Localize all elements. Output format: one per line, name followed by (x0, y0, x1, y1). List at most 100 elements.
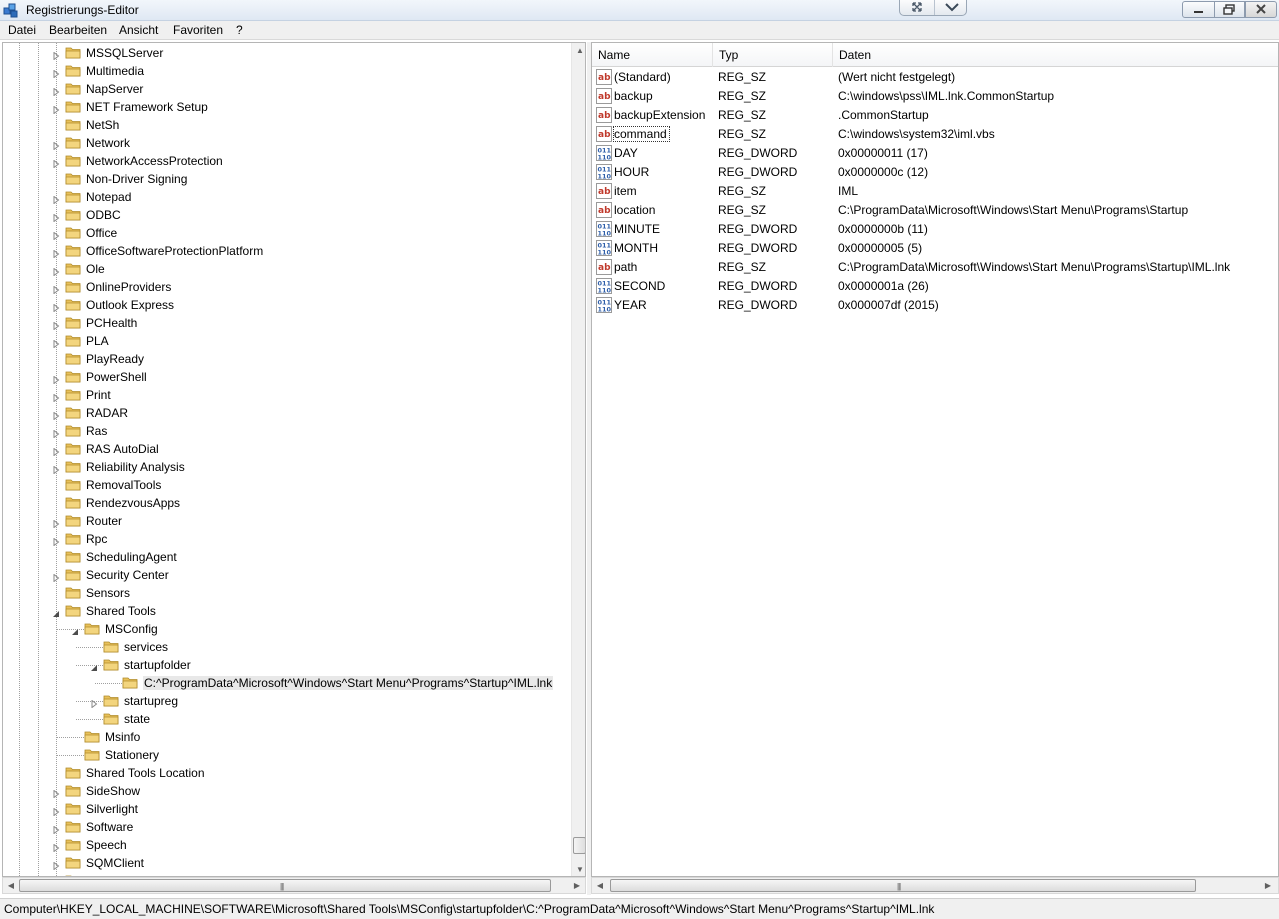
value-row-standard[interactable]: ab (Standard) REG_SZ (Wert nicht festgelegt… (592, 68, 1278, 87)
value-row-hour[interactable]: 011 110 HOUR REG_DWORD 0x0000000c (12) (592, 163, 1278, 182)
tree-item-services[interactable]: services (3, 638, 569, 656)
tree-item-startupreg[interactable]: startupreg (3, 692, 569, 710)
value-row-backup[interactable]: ab backup REG_SZ C:\windows\pss\IML.lnk.Com… (592, 87, 1278, 106)
expand-arrow-icon[interactable] (53, 157, 60, 169)
tree-item-non-driver-signing[interactable]: Non-Driver Signing (3, 170, 569, 188)
tree-item-odbc[interactable]: ODBC (3, 206, 569, 224)
expand-arrow-icon[interactable] (53, 409, 60, 421)
tree-item-removaltools[interactable]: RemovalTools (3, 476, 569, 494)
tree-item-mssqlserver[interactable]: MSSQLServer (3, 44, 569, 62)
value-row-location[interactable]: ab location REG_SZ C:\ProgramData\Microsoft… (592, 201, 1278, 220)
value-row-second[interactable]: 011 110 SECOND REG_DWORD 0x0000001a (26) (592, 277, 1278, 296)
tree-item-outlook-express[interactable]: Outlook Express (3, 296, 569, 314)
value-row-backupextension[interactable]: ab backupExtension REG_SZ .CommonStartup (592, 106, 1278, 125)
scroll-left-arrow-icon[interactable]: ◀ (592, 878, 608, 893)
value-row-month[interactable]: 011 110 MONTH REG_DWORD 0x00000005 (5) (592, 239, 1278, 258)
tree-item-powershell[interactable]: PowerShell (3, 368, 569, 386)
tree-item-netsh[interactable]: NetSh (3, 116, 569, 134)
tree-item-multimedia[interactable]: Multimedia (3, 62, 569, 80)
tree-item-sensors[interactable]: Sensors (3, 584, 569, 602)
expand-arrow-icon[interactable] (53, 85, 60, 97)
tree-item-rpc[interactable]: Rpc (3, 530, 569, 548)
column-header-type[interactable]: Typ (713, 43, 833, 67)
menu-help[interactable]: ? (236, 23, 243, 37)
tree-horizontal-scrollbar[interactable]: ◀ ||| ▶ (2, 877, 586, 894)
tree-item-ras[interactable]: Ras (3, 422, 569, 440)
list-horizontal-scrollbar[interactable]: ◀ ||| ▶ (591, 877, 1279, 894)
tree-item-c-programdata-microsoft-windows-start-menu-programs-startup-iml-lnk[interactable]: C:^ProgramData^Microsoft^Windows^Start M… (3, 674, 569, 692)
expand-arrow-icon[interactable] (53, 67, 60, 79)
expanded-arrow-icon[interactable] (72, 625, 79, 635)
tree-vertical-scrollbar[interactable]: ▲ ▼ (571, 43, 585, 876)
expand-arrow-icon[interactable] (53, 211, 60, 223)
value-row-path[interactable]: ab path REG_SZ C:\ProgramData\Microsoft\Win… (592, 258, 1278, 277)
tree-item-sqmclient[interactable]: SQMClient (3, 854, 569, 872)
tree-item-office[interactable]: Office (3, 224, 569, 242)
tree-item-state[interactable]: state (3, 710, 569, 728)
tree-item-speech[interactable]: Speech (3, 836, 569, 854)
tree-item-notepad[interactable]: Notepad (3, 188, 569, 206)
scroll-right-arrow-icon[interactable]: ▶ (569, 878, 585, 893)
expand-arrow-icon[interactable] (53, 373, 60, 385)
menu-datei[interactable]: Datei (8, 23, 36, 37)
tree-scroll-thumb[interactable] (573, 837, 585, 854)
tree-item-security-center[interactable]: Security Center (3, 566, 569, 584)
expand-arrow-icon[interactable] (53, 265, 60, 277)
expand-arrow-icon[interactable] (53, 193, 60, 205)
tree-item-schedulingagent[interactable]: SchedulingAgent (3, 548, 569, 566)
tree-item-shared-tools[interactable]: Shared Tools (3, 602, 569, 620)
tree-item-startupfolder[interactable]: startupfolder (3, 656, 569, 674)
tree-item-ras-autodial[interactable]: RAS AutoDial (3, 440, 569, 458)
expand-arrow-icon[interactable] (53, 319, 60, 331)
tree-item-officesoftwareprotectionplatform[interactable]: OfficeSoftwareProtectionPlatform (3, 242, 569, 260)
expand-arrow-icon[interactable] (53, 49, 60, 61)
expand-arrow-icon[interactable] (53, 337, 60, 349)
value-row-day[interactable]: 011 110 DAY REG_DWORD 0x00000011 (17) (592, 144, 1278, 163)
tree-item-silverlight[interactable]: Silverlight (3, 800, 569, 818)
expand-arrow-icon[interactable] (53, 787, 60, 799)
tree-item-ole[interactable]: Ole (3, 260, 569, 278)
scroll-down-arrow-icon[interactable]: ▼ (572, 862, 585, 876)
expand-arrow-icon[interactable] (53, 247, 60, 259)
expand-arrow-icon[interactable] (53, 427, 60, 439)
scroll-up-arrow-icon[interactable]: ▲ (572, 43, 585, 59)
tree-item-print[interactable]: Print (3, 386, 569, 404)
expand-arrow-icon[interactable] (53, 301, 60, 313)
tree-item-stationery[interactable]: Stationery (3, 746, 569, 764)
menu-ansicht[interactable]: Ansicht (119, 23, 158, 37)
tree-item-msconfig[interactable]: MSConfig (3, 620, 569, 638)
tree-item-shared-tools-location[interactable]: Shared Tools Location (3, 764, 569, 782)
expand-arrow-icon[interactable] (53, 859, 60, 871)
registry-key-tree[interactable]: MSSQLServer Multimedia NapServer NET Framew… (2, 42, 586, 877)
tree-item-pla[interactable]: PLA (3, 332, 569, 350)
scroll-right-arrow-icon[interactable]: ▶ (1260, 878, 1276, 893)
expand-arrow-icon[interactable] (53, 463, 60, 475)
tree-item-onlineproviders[interactable]: OnlineProviders (3, 278, 569, 296)
column-header-data[interactable]: Daten (833, 43, 1278, 67)
expand-arrow-icon[interactable] (91, 697, 98, 709)
tree-hscroll-thumb[interactable]: ||| (19, 879, 551, 892)
expand-arrow-icon[interactable] (53, 517, 60, 529)
expand-arrow-icon[interactable] (53, 229, 60, 241)
column-header-name[interactable]: Name (592, 43, 713, 67)
tree-item-radar[interactable]: RADAR (3, 404, 569, 422)
tree-item-router[interactable]: Router (3, 512, 569, 530)
tree-item-playready[interactable]: PlayReady (3, 350, 569, 368)
value-row-minute[interactable]: 011 110 MINUTE REG_DWORD 0x0000000b (11) (592, 220, 1278, 239)
close-button[interactable] (1245, 1, 1277, 18)
expand-arrow-icon[interactable] (53, 391, 60, 403)
value-row-command[interactable]: ab command REG_SZ C:\windows\system32\iml.v… (592, 125, 1278, 144)
expand-arrow-icon[interactable] (53, 445, 60, 457)
expand-arrow-icon[interactable] (53, 805, 60, 817)
restore-layout-icon[interactable] (900, 0, 934, 15)
expand-arrow-icon[interactable] (53, 283, 60, 295)
tree-item-reliability-analysis[interactable]: Reliability Analysis (3, 458, 569, 476)
menu-bearbeiten[interactable]: Bearbeiten (49, 23, 107, 37)
expand-arrow-icon[interactable] (53, 103, 60, 115)
list-hscroll-thumb[interactable]: ||| (610, 879, 1196, 892)
tree-item-pchealth[interactable]: PCHealth (3, 314, 569, 332)
expand-arrow-icon[interactable] (53, 841, 60, 853)
registry-values-list[interactable]: Name Typ Daten ab (Standard) REG_SZ (Wert n… (591, 42, 1279, 877)
tree-item-net-framework-setup[interactable]: NET Framework Setup (3, 98, 569, 116)
tree-item-software[interactable]: Software (3, 818, 569, 836)
